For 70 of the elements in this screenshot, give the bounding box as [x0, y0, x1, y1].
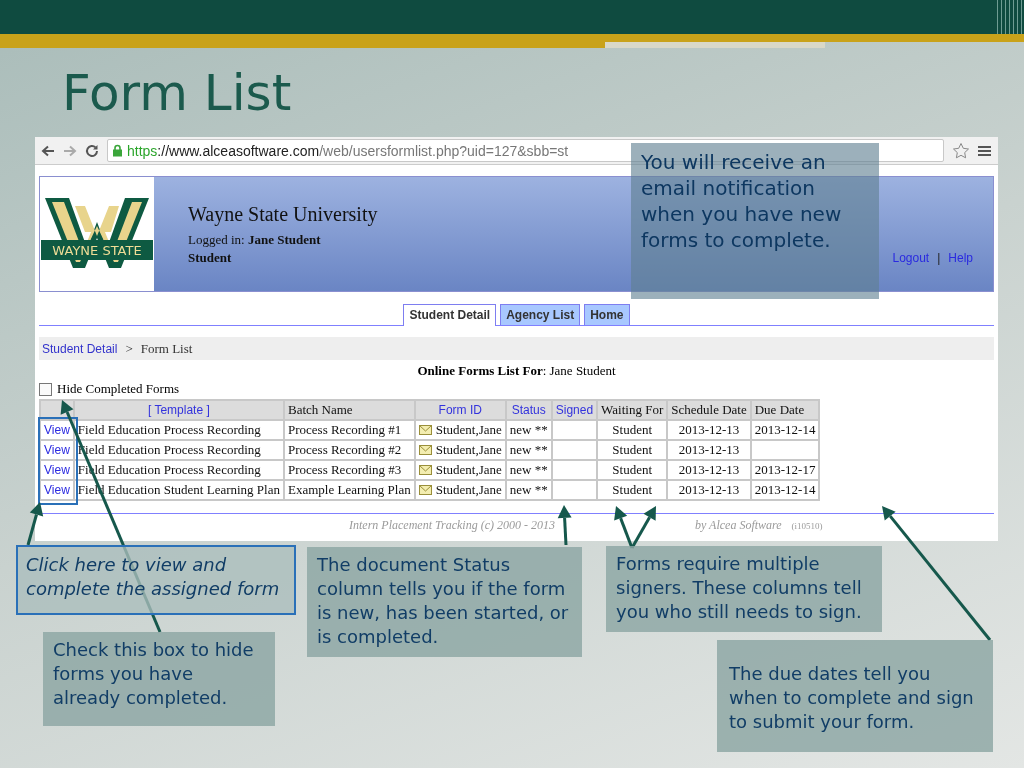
- arrow: [614, 506, 634, 549]
- table-cell: Student,Jane: [435, 482, 502, 498]
- callout-note: Forms require multiple signers. These columns tell you who still needs to sign.: [606, 546, 882, 632]
- slide-title: Form List: [62, 63, 292, 122]
- forward-icon: [63, 144, 77, 157]
- table-cell: new **: [505, 460, 552, 480]
- column-header: Waiting For: [597, 400, 668, 420]
- table-cell: new **: [505, 420, 552, 440]
- table-cell: 2013-12-14: [750, 480, 820, 500]
- table-cell: Student,Jane: [435, 462, 502, 478]
- table-cell: Student: [597, 420, 668, 440]
- table-cell: Process Recording #3: [284, 460, 415, 480]
- footer-credit: Intern Placement Tracking (c) 2000 - 2013: [349, 518, 555, 533]
- tab[interactable]: Student Detail: [403, 304, 497, 326]
- footer-vendor: by Alcea Software: [694, 518, 782, 533]
- callout-note: The document Status column tells you if the form is new, has been started, or is completed.: [307, 547, 582, 657]
- table-cell: 2013-12-17: [750, 460, 820, 480]
- column-header: Schedule Date: [667, 400, 751, 420]
- column-header: Batch Name: [284, 400, 415, 420]
- column-header: Due Date: [750, 400, 820, 420]
- table-cell: 2013-12-13: [667, 480, 751, 500]
- table-cell: 2013-12-13: [667, 460, 751, 480]
- column-header-link[interactable]: Signed: [551, 400, 598, 420]
- link-separator: |: [937, 251, 941, 265]
- envelope-icon: [418, 425, 432, 435]
- envelope-icon: [418, 445, 432, 455]
- table-cell: Student: [597, 440, 668, 460]
- footer-code: (i10510): [791, 521, 823, 531]
- table-cell: Field Education Process Recording: [73, 420, 284, 440]
- back-icon: [41, 144, 55, 157]
- callout-note: Click here to view and complete the assigned form: [16, 545, 296, 615]
- reload-icon: [85, 143, 99, 158]
- table-cell: Process Recording #2: [284, 440, 415, 460]
- breadcrumb-current: Form List: [140, 340, 193, 357]
- table-cell: new **: [505, 440, 552, 460]
- list-heading: Online Forms List For: Jane Student: [417, 363, 616, 378]
- table-cell: Student: [597, 460, 668, 480]
- column-header-link[interactable]: [ Template ]: [73, 400, 284, 420]
- table-cell: 2013-12-14: [750, 420, 820, 440]
- arrow: [630, 506, 656, 549]
- star-icon: [952, 141, 970, 160]
- column-header-link[interactable]: Form ID: [414, 400, 506, 420]
- tab[interactable]: Agency List: [500, 304, 581, 325]
- arrow: [26, 502, 44, 546]
- tab[interactable]: Home: [584, 304, 630, 325]
- callout-note: Check this box to hide forms you have already completed.: [43, 632, 275, 726]
- table-cell: Student: [597, 480, 668, 500]
- lock-icon: [112, 144, 123, 157]
- breadcrumb-separator: >: [125, 340, 133, 357]
- table-cell: 2013-12-13: [667, 420, 751, 440]
- table-cell: new **: [505, 480, 552, 500]
- stripes-drawing: [994, 0, 1024, 34]
- table-cell: Process Recording #1: [284, 420, 415, 440]
- checkbox[interactable]: [39, 382, 52, 396]
- column-header-link[interactable]: Status: [505, 400, 552, 420]
- table-cell: 2013-12-13: [667, 440, 751, 460]
- envelope-icon: [418, 465, 432, 475]
- table-cell: Student,Jane: [435, 442, 502, 458]
- envelope-icon: [418, 485, 432, 495]
- table-cell: Example Learning Plan: [284, 480, 415, 500]
- university-name: Wayne State University: [188, 202, 378, 226]
- checkbox-label: Hide Completed Forms: [57, 381, 180, 397]
- menu-icon: [978, 144, 992, 157]
- logged-in-text: Logged in: Jane Student: [188, 231, 322, 248]
- arrow: [557, 505, 572, 546]
- table-cell: Student,Jane: [435, 422, 502, 438]
- breadcrumb-link[interactable]: Student Detail: [42, 341, 118, 356]
- callout-note: The due dates tell you when to complete and sign to submit your form.: [717, 640, 993, 752]
- callout-note: You will receive an email notification when you have new forms to complete.: [631, 143, 879, 299]
- user-role: Student: [188, 249, 233, 266]
